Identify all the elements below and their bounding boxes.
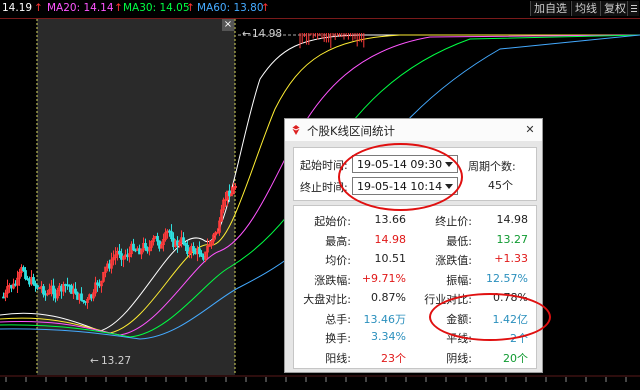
candle-body — [52, 285, 55, 295]
ma30-value: MA30: 14.05 — [123, 2, 190, 14]
stat-label: 阴线: — [446, 351, 472, 365]
candle-body — [192, 246, 195, 252]
stat-label: 最高: — [325, 234, 351, 248]
highlight-circle-time — [338, 143, 463, 211]
ma60-value: MA60: 13.80 — [197, 2, 264, 14]
candle-body — [74, 288, 77, 294]
stat-value: 13.66 — [374, 213, 407, 226]
selection-close-icon[interactable]: × — [222, 19, 234, 31]
stat-value: 14.98 — [496, 213, 529, 226]
candle-body — [156, 235, 159, 242]
candle-body — [42, 286, 45, 295]
app-logo-icon — [291, 125, 301, 135]
stat-label: 换手: — [325, 332, 351, 345]
menu-icon — [631, 5, 637, 12]
stat-label: 总手: — [325, 312, 351, 326]
candle-body — [132, 243, 135, 251]
moving-average-button[interactable]: 均线 — [571, 1, 600, 16]
candle-body — [80, 293, 83, 301]
stat-label: 终止价: — [435, 215, 472, 228]
stat-label: 大盘对比: — [303, 293, 351, 306]
high-price-label: 14.98 — [252, 28, 283, 40]
indicator-bar: 14.19 ↑ MA20: 14.14 ↑ MA30: 14.05 ↑ MA60… — [0, 0, 640, 19]
ma20-value: MA20: 14.14 — [47, 2, 114, 14]
stat-label: 最低: — [446, 234, 472, 248]
highlight-circle-amount — [429, 293, 551, 341]
stat-label: 均价: — [325, 254, 351, 267]
candle-body — [24, 270, 27, 279]
period-count-value: 45个 — [488, 179, 513, 192]
stat-value: 20个 — [503, 351, 528, 365]
arrow-left-icon: ← — [90, 355, 99, 367]
stat-label: 涨跌幅: — [314, 273, 351, 287]
up-arrow-icon: ↑ — [114, 2, 123, 14]
close-icon[interactable]: ✕ — [522, 122, 538, 137]
candle-body — [144, 243, 147, 249]
up-arrow-icon: ↑ — [186, 2, 195, 14]
stat-label: 阳线: — [325, 351, 351, 365]
stat-value: 12.57% — [486, 271, 528, 285]
stat-value: 13.27 — [496, 232, 529, 246]
adjust-price-button[interactable]: 复权 — [600, 1, 629, 16]
stat-value: 10.51 — [374, 252, 407, 265]
stat-value: 0.87% — [371, 291, 406, 304]
candle-body — [198, 248, 201, 255]
period-count-label: 周期个数: — [468, 160, 516, 173]
selection-range[interactable] — [37, 19, 235, 375]
arrow-left-icon: ← — [242, 28, 251, 40]
up-arrow-icon: ↑ — [261, 2, 270, 14]
stat-value: 13.46万 — [363, 312, 407, 326]
stat-label: 振幅: — [446, 273, 472, 287]
stat-label: 涨跌值: — [435, 254, 472, 267]
dialog-title: 个股K线区间统计 — [307, 124, 396, 138]
stat-value: 14.98 — [374, 232, 407, 246]
stat-value: +1.33 — [494, 252, 528, 265]
candle-body — [32, 277, 35, 285]
stat-value: 23个 — [381, 351, 406, 365]
stat-label: 起始价: — [314, 215, 351, 228]
price-value: 14.19 — [2, 2, 33, 14]
candle-body — [22, 267, 25, 271]
stat-value: +9.71% — [361, 271, 406, 285]
dialog-title-bar[interactable]: 个股K线区间统计 ✕ — [285, 119, 542, 141]
add-watchlist-button[interactable]: 加自选 — [530, 1, 570, 16]
candle-body — [182, 237, 185, 244]
stats-panel: 起始价: 13.66 最高: 14.98 均价: 10.51 涨跌幅: +9.71% 大盘对比:… — [293, 205, 537, 369]
candle-body — [170, 231, 173, 240]
low-price-label: 13.27 — [101, 355, 132, 367]
up-arrow-icon: ↑ — [34, 2, 43, 14]
menu-icon[interactable] — [627, 1, 639, 16]
stat-value: 3.34% — [371, 330, 406, 343]
